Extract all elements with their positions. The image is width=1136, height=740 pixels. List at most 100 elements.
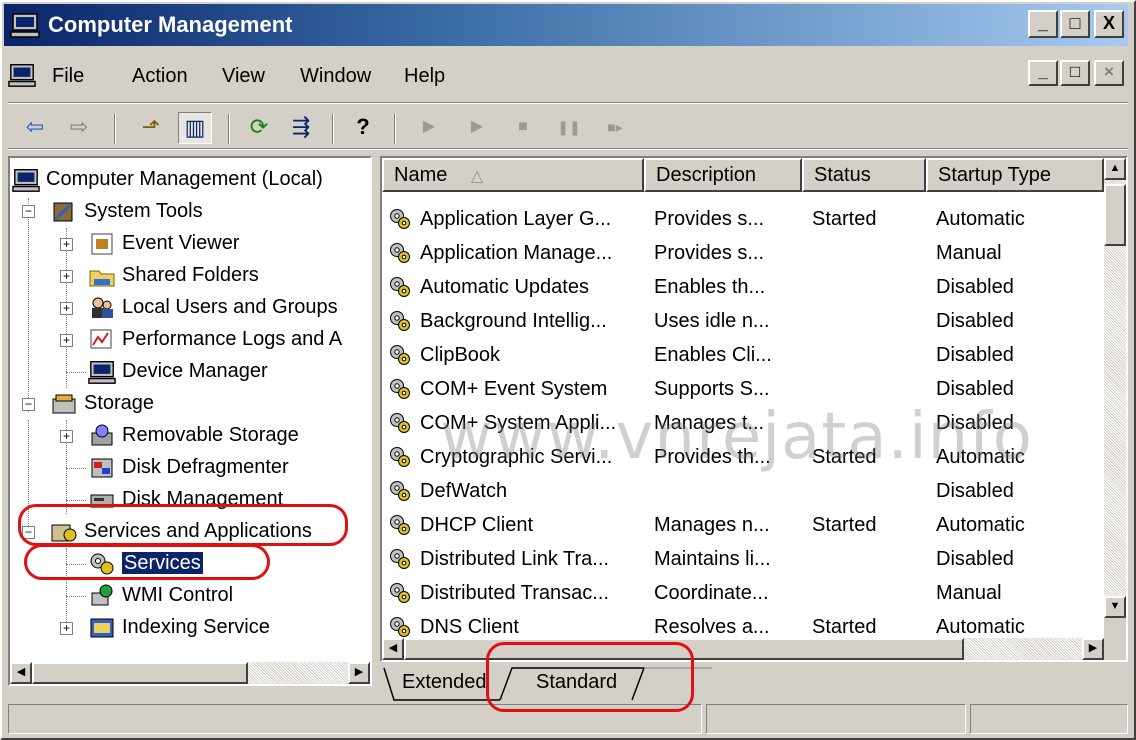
expand-expander[interactable]: + bbox=[60, 430, 73, 443]
expand-expander[interactable]: + bbox=[60, 302, 73, 315]
title-bar[interactable]: Computer Management _ □ X bbox=[4, 4, 1128, 46]
list-vertical-scrollbar[interactable] bbox=[1104, 180, 1126, 618]
tree-item-device-manager[interactable]: Device Manager bbox=[88, 356, 268, 386]
tree-label: Removable Storage bbox=[122, 424, 299, 446]
services-list[interactable]: Name △ Description Status Startup Type A… bbox=[380, 156, 1128, 662]
up-folder-icon[interactable]: ⬏ bbox=[134, 112, 168, 144]
service-name-cell[interactable]: Application Manage... bbox=[420, 236, 642, 270]
service-name-cell[interactable]: Application Layer G... bbox=[420, 202, 642, 236]
service-startup-cell: Disabled bbox=[936, 378, 1014, 400]
tree-item-removable-storage[interactable]: Removable Storage bbox=[88, 420, 299, 450]
service-name-cell[interactable]: Distributed Transac... bbox=[420, 576, 642, 610]
menu-help[interactable]: Help bbox=[404, 64, 445, 88]
expand-expander[interactable]: + bbox=[60, 622, 73, 635]
list-scroll-down-button[interactable]: ▼ bbox=[1104, 596, 1126, 618]
service-startup-cell: Disabled bbox=[936, 310, 1014, 332]
service-gear-icon bbox=[388, 581, 412, 605]
child-close-button[interactable]: × bbox=[1094, 60, 1124, 86]
tree-scroll-right-button[interactable]: ▶ bbox=[348, 662, 370, 684]
back-icon[interactable]: ⇦ bbox=[18, 112, 52, 144]
console-tree[interactable]: Computer Management (Local) − System Too… bbox=[8, 156, 372, 686]
service-name-cell[interactable]: Distributed Link Tra... bbox=[420, 542, 642, 576]
collapse-expander[interactable]: − bbox=[22, 398, 35, 411]
stop-service-icon[interactable]: ■ bbox=[506, 112, 540, 144]
service-startup-cell: Disabled bbox=[936, 480, 1014, 502]
tree-line bbox=[28, 198, 29, 412]
maximize-button[interactable]: □ bbox=[1060, 10, 1090, 38]
service-name-cell[interactable]: Cryptographic Servi... bbox=[420, 440, 642, 474]
disk-defragmenter-icon bbox=[91, 458, 113, 478]
tree-item-system-tools[interactable]: System Tools bbox=[50, 196, 203, 226]
service-name-cell[interactable]: DefWatch bbox=[420, 474, 642, 508]
column-header-status[interactable]: Status bbox=[802, 158, 926, 192]
pause-service-icon[interactable]: ❚❚ bbox=[552, 112, 586, 144]
column-header-name[interactable]: Name △ bbox=[382, 158, 644, 192]
service-gear-icon bbox=[388, 377, 412, 401]
service-name-cell[interactable]: COM+ Event System bbox=[420, 372, 642, 406]
refresh-icon[interactable]: ⟳ bbox=[242, 112, 276, 144]
list-scroll-left-button[interactable]: ◀ bbox=[382, 638, 404, 660]
child-minimize-button[interactable]: _ bbox=[1028, 60, 1058, 86]
close-button[interactable]: X bbox=[1094, 10, 1124, 38]
annotation-highlight-standard-tab bbox=[486, 642, 694, 712]
service-status-cell bbox=[812, 474, 924, 508]
storage-icon bbox=[52, 394, 76, 414]
forward-icon[interactable]: ⇨ bbox=[62, 112, 96, 144]
tree-horizontal-scrollbar[interactable] bbox=[32, 662, 348, 684]
service-name-cell[interactable]: Automatic Updates bbox=[420, 270, 642, 304]
service-name-cell[interactable]: Background Intellig... bbox=[420, 304, 642, 338]
column-header-startup-type[interactable]: Startup Type bbox=[926, 158, 1104, 192]
service-name-cell[interactable]: ClipBook bbox=[420, 338, 642, 372]
tree-item-performance-logs[interactable]: Performance Logs and A bbox=[88, 324, 342, 354]
tree-line bbox=[66, 596, 86, 597]
tree-item-disk-defragmenter[interactable]: Disk Defragmenter bbox=[88, 452, 289, 482]
list-vertical-thumb[interactable] bbox=[1104, 184, 1126, 246]
restart-service-icon[interactable]: ■▸ bbox=[598, 112, 632, 144]
tree-item-shared-folders[interactable]: Shared Folders bbox=[88, 260, 259, 290]
toolbar-bottom-separator bbox=[8, 148, 1128, 150]
performance-logs-icon bbox=[90, 329, 112, 349]
service-description-cell: Provides th... bbox=[654, 446, 771, 468]
tree-item-local-users[interactable]: Local Users and Groups bbox=[88, 292, 338, 322]
column-header-description[interactable]: Description bbox=[644, 158, 802, 192]
tree-label: System Tools bbox=[84, 200, 203, 222]
tree-item-storage[interactable]: Storage bbox=[50, 388, 154, 418]
menu-window[interactable]: Window bbox=[300, 64, 371, 88]
service-gear-icon bbox=[388, 411, 412, 435]
service-status-cell bbox=[812, 304, 924, 338]
service-status-cell bbox=[812, 236, 924, 270]
tree-item-event-viewer[interactable]: Event Viewer bbox=[88, 228, 239, 258]
menu-action[interactable]: Action bbox=[132, 64, 188, 88]
service-name-cell[interactable]: DHCP Client bbox=[420, 508, 642, 542]
tree-item-wmi-control[interactable]: WMI Control bbox=[88, 580, 233, 610]
list-scroll-up-button[interactable]: ▲ bbox=[1104, 158, 1126, 180]
service-name-cell[interactable]: COM+ System Appli... bbox=[420, 406, 642, 440]
list-scroll-right-button[interactable]: ▶ bbox=[1082, 638, 1104, 660]
service-gear-icon bbox=[388, 547, 412, 571]
start-service-icon[interactable]: ▶ bbox=[412, 112, 446, 144]
tree-scroll-thumb[interactable] bbox=[32, 662, 248, 684]
status-bar-cell-2 bbox=[706, 704, 966, 734]
service-status-cell: Started bbox=[812, 514, 877, 536]
menu-file[interactable]: File bbox=[52, 64, 84, 88]
show-hide-tree-icon[interactable]: ▥ bbox=[178, 112, 212, 144]
menu-view[interactable]: View bbox=[222, 64, 265, 88]
tree-item-indexing-service[interactable]: Indexing Service bbox=[88, 612, 270, 642]
tree-scroll-left-button[interactable]: ◀ bbox=[10, 662, 32, 684]
expand-expander[interactable]: + bbox=[60, 334, 73, 347]
help-icon[interactable]: ? bbox=[346, 112, 380, 144]
expand-expander[interactable]: + bbox=[60, 238, 73, 251]
tab-extended[interactable]: Extended bbox=[402, 666, 487, 704]
service-description-cell: Coordinate... bbox=[654, 582, 769, 604]
collapse-expander[interactable]: − bbox=[22, 205, 35, 218]
service-description-cell: Provides s... bbox=[654, 208, 765, 230]
minimize-button[interactable]: _ bbox=[1028, 10, 1058, 38]
menu-bar: File Action View Window Help _ □ × bbox=[4, 54, 1128, 98]
start-service-alt-icon[interactable]: ▶ bbox=[460, 112, 494, 144]
expand-expander[interactable]: + bbox=[60, 270, 73, 283]
system-menu-icon[interactable] bbox=[8, 62, 36, 88]
tree-label: Computer Management (Local) bbox=[46, 168, 323, 190]
child-restore-button[interactable]: □ bbox=[1060, 60, 1090, 86]
export-list-icon[interactable]: ⇶ bbox=[284, 112, 318, 144]
tree-item-root[interactable]: Computer Management (Local) bbox=[12, 164, 323, 194]
